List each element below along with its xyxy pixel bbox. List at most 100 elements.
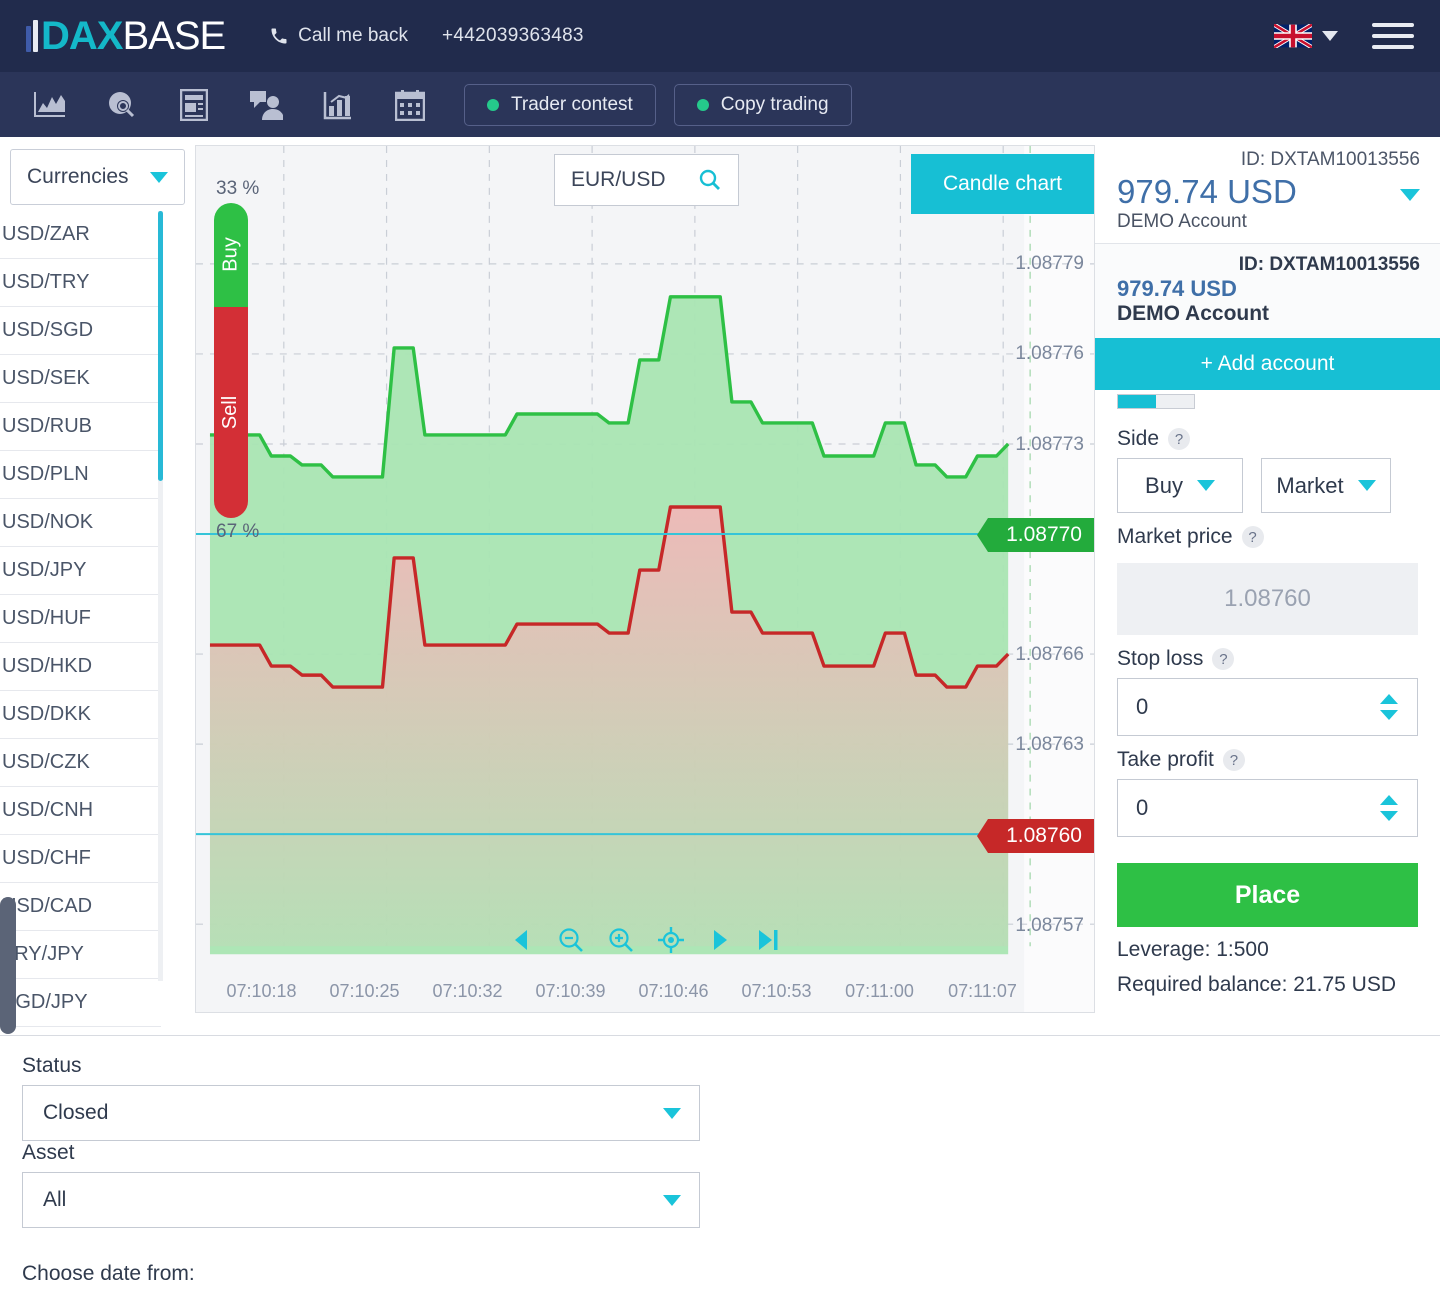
calendar-icon[interactable] [374,72,446,137]
sidebar-item-try-jpy[interactable]: TRY/JPY [0,931,161,979]
time-tick-label: 07:10:53 [741,981,812,1001]
asset-value: All [43,1188,67,1211]
symbol-search-input[interactable]: EUR/USD [554,154,739,206]
status-label: Status [22,1054,82,1077]
time-tick-label: 07:10:46 [638,981,709,1001]
sidebar-item-usd-zar[interactable]: USD/ZAR [0,211,161,259]
instrument-category-label: Currencies [27,165,129,188]
help-icon[interactable]: ? [1241,526,1264,548]
sidebar-item-usd-cad[interactable]: USD/CAD [0,883,161,931]
place-order-button[interactable]: Place [1117,863,1418,927]
account-balance: 979.74 USD [1117,173,1297,210]
sidebar-item-usd-chf[interactable]: USD/CHF [0,835,161,883]
trader-contest-button[interactable]: Trader contest [464,83,656,126]
sell-percentage: 67 % [216,521,260,542]
sidebar-item-usd-huf[interactable]: USD/HUF [0,595,161,643]
stop-loss-stepper[interactable] [1379,693,1399,721]
trading-platform: DAX BASE Call me back +442039363483 Trad… [0,0,1440,1289]
sidebar-item-usd-jpy[interactable]: USD/JPY [0,547,161,595]
take-profit-stepper[interactable] [1379,794,1399,822]
stepper-up-icon[interactable] [1379,693,1399,705]
brand-logo[interactable]: DAX BASE [26,13,226,59]
account-summary[interactable]: ID: DXTAM10013556 979.74 USD DEMO Accoun… [1095,137,1440,243]
top-header: DAX BASE Call me back +442039363483 [0,0,1440,72]
stepper-up-icon[interactable] [1379,794,1399,806]
sidebar-item-usd-sek[interactable]: USD/SEK [0,355,161,403]
page-scrollbar-thumb[interactable] [0,897,16,1034]
sidebar-scrollbar-thumb[interactable] [158,211,163,481]
price-chart[interactable]: EUR/USD Candle chart 33 % Buy Sell 67 % … [195,145,1095,1013]
account-id: ID: DXTAM10013556 [1240,149,1420,170]
account-dropdown-item[interactable]: ID: DXTAM10013556 979.74 USD DEMO Accoun… [1095,243,1440,338]
sidebar-item-usd-pln[interactable]: USD/PLN [0,451,161,499]
order-type-select[interactable]: Market [1261,458,1391,513]
trader-chat-icon[interactable] [230,72,302,137]
sidebar-item-usd-czk[interactable]: USD/CZK [0,739,161,787]
chart-icon[interactable] [14,72,86,137]
asset-filter-group: Asset All [22,1141,728,1228]
chart-canvas [196,146,1094,1013]
stepper-down-icon[interactable] [1379,810,1399,822]
chevron-down-icon[interactable] [1400,189,1420,201]
stepper-down-icon[interactable] [1379,709,1399,721]
help-icon[interactable]: ? [1212,648,1235,670]
zoom-in-icon[interactable] [607,926,635,954]
required-balance-info: Required balance: 21.75 USD [1117,973,1397,996]
main-content: Currencies USD/ZAR USD/TRY USD/SGD USD/SEK U… [0,137,1440,1034]
skip-to-end-icon[interactable] [755,927,781,953]
price-tick-label: 1.08766 [1015,644,1084,666]
chevron-down-icon [663,1194,681,1206]
phone-number[interactable]: +442039363483 [442,25,584,47]
help-icon[interactable]: ? [1168,428,1191,450]
market-search-icon[interactable] [86,72,158,137]
instrument-sidebar: Currencies USD/ZAR USD/TRY USD/SGD USD/SEK U… [0,137,195,1034]
language-selector[interactable] [1274,24,1338,48]
volume-slider[interactable] [1117,394,1195,409]
asset-select[interactable]: All [22,1172,700,1228]
menu-button[interactable] [1372,23,1414,49]
play-icon[interactable] [707,927,733,953]
sidebar-item-sgd-jpy[interactable]: SGD/JPY [0,979,161,1027]
stop-loss-input[interactable]: 0 [1117,678,1418,736]
status-filter-group: Status Closed [22,1054,728,1141]
logo-secondary: BASE [122,13,226,58]
take-profit-input[interactable]: 0 [1117,779,1418,837]
leverage-info: Leverage: 1:500 [1117,938,1269,961]
chevron-down-icon [1196,480,1215,491]
call-me-back-link[interactable]: Call me back [269,25,408,47]
sidebar-item-usd-sgd[interactable]: USD/SGD [0,307,161,355]
side-value: Buy [1145,472,1183,498]
stop-loss-label: Stop loss [1117,647,1204,670]
date-from-group: Choose date from: 25-05-2020 [22,1262,728,1289]
sidebar-item-usd-nok[interactable]: USD/NOK [0,499,161,547]
bars-logo-icon [26,20,38,52]
sidebar-item-usd-cnh[interactable]: USD/CNH [0,787,161,835]
step-back-icon[interactable] [509,927,535,953]
zoom-out-icon[interactable] [557,926,585,954]
candle-chart-label: Candle chart [942,172,1063,195]
instrument-category-select[interactable]: Currencies [10,149,185,205]
copy-trading-button[interactable]: Copy trading [673,83,852,126]
sidebar-item-usd-try[interactable]: USD/TRY [0,259,161,307]
sentiment-sell-segment[interactable]: Sell [214,306,248,518]
news-icon[interactable] [158,72,230,137]
take-profit-value: 0 [1136,795,1149,820]
sidebar-item-label: USD/SGD [2,319,94,341]
sentiment-buy-segment[interactable]: Buy [214,203,248,307]
sentiment-gauge: 33 % Buy Sell 67 % [214,178,259,543]
search-icon[interactable] [698,168,722,192]
analytics-icon[interactable] [302,72,374,137]
sidebar-item-usd-hkd[interactable]: USD/HKD [0,643,161,691]
sentiment-bar[interactable]: Buy Sell [214,203,248,518]
status-value: Closed [43,1101,109,1124]
sidebar-item-usd-dkk[interactable]: USD/DKK [0,691,161,739]
side-select[interactable]: Buy [1117,458,1243,513]
candle-chart-button[interactable]: Candle chart [911,154,1094,214]
sidebar-item-usd-rub[interactable]: USD/RUB [0,403,161,451]
add-account-button[interactable]: + Add account [1095,338,1440,390]
status-select[interactable]: Closed [22,1085,700,1141]
status-dot-icon [696,98,709,111]
instrument-list[interactable]: USD/ZAR USD/TRY USD/SGD USD/SEK USD/RUB USD/P… [0,211,195,1027]
help-icon[interactable]: ? [1222,749,1245,771]
reset-crosshair-icon[interactable] [657,926,685,954]
